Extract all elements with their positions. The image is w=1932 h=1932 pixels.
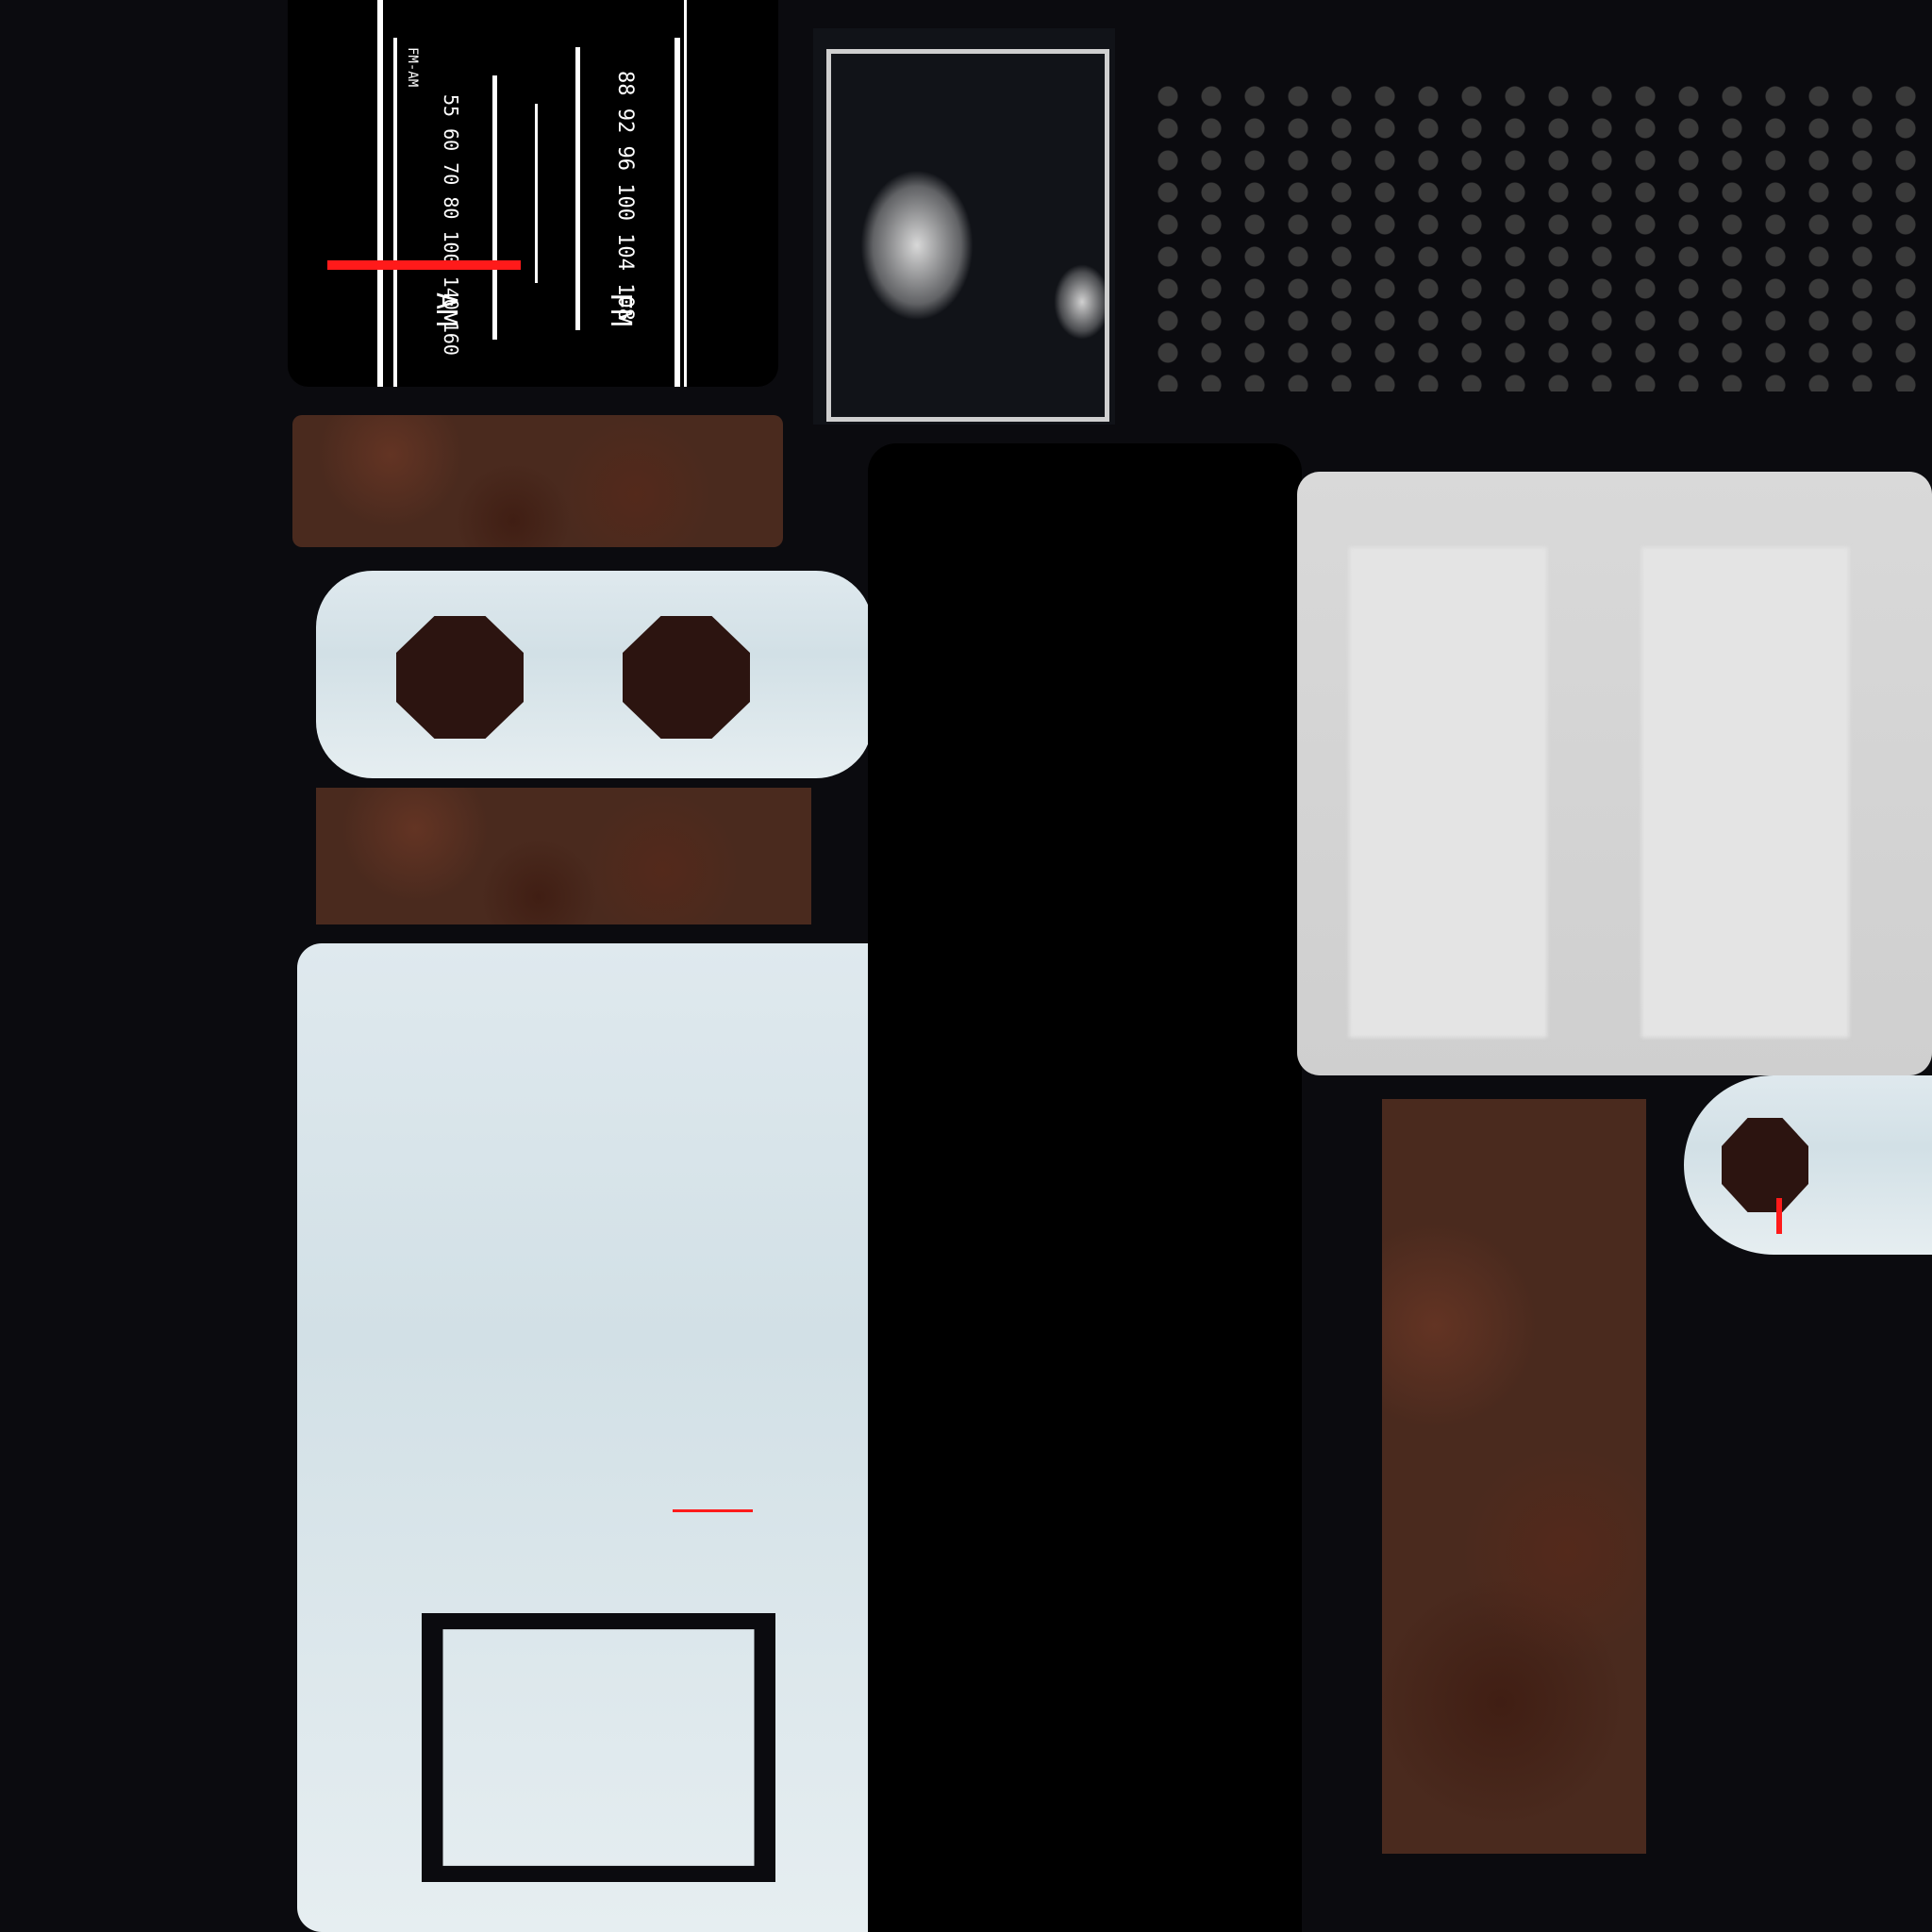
dial-brand: FM-AM (405, 47, 420, 88)
cloud-shape-icon (1054, 264, 1110, 340)
single-knob (1684, 1075, 1932, 1255)
dial-am-scale: 55 60 70 80 100 140 160 (440, 94, 462, 356)
dial-line (675, 38, 680, 387)
grey-inset (1349, 547, 1547, 1038)
cloud-shape-icon (860, 170, 974, 321)
dial-line (492, 75, 497, 340)
knob-hole-icon (1722, 1118, 1808, 1212)
cloud-sticker-panel (813, 28, 1115, 425)
grey-inset (1641, 547, 1849, 1038)
dial-line (575, 47, 580, 330)
knob-hole-icon (396, 616, 524, 739)
knob-pointer (1776, 1198, 1782, 1234)
casing-front-panel (297, 943, 920, 1932)
knob-hole-icon (623, 616, 750, 739)
black-side-panel (868, 443, 1302, 1932)
rust-strip-middle (316, 788, 811, 924)
radio-dial-panel: FM 88 92 96 100 104 108 AM 55 60 70 80 1… (288, 0, 778, 387)
tuning-needle (327, 260, 521, 270)
dial-line (393, 38, 397, 387)
knob-band (316, 571, 873, 778)
rust-strip-top (292, 415, 783, 547)
dial-line (377, 0, 383, 387)
grey-side-panel (1297, 472, 1932, 1075)
dial-tick-line (535, 104, 538, 283)
dial-line (684, 0, 687, 387)
rust-panel-right (1382, 1099, 1646, 1854)
red-indicator-line (673, 1509, 753, 1512)
casing-cutout (422, 1613, 775, 1882)
dial-fm-scale: 88 92 96 100 104 108 (613, 71, 637, 321)
speaker-grille-icon (1146, 80, 1920, 391)
